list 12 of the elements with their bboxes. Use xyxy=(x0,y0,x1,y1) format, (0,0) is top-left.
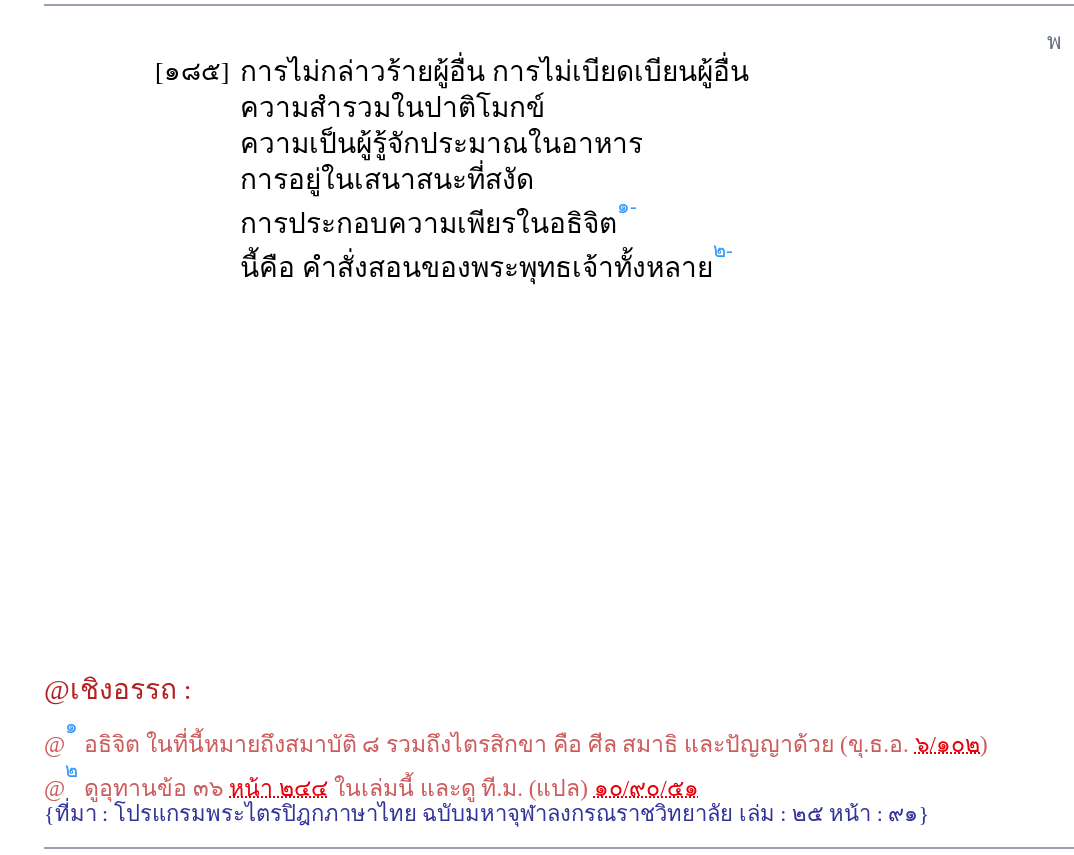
header-text: พ xyxy=(1047,28,1062,56)
reference-link[interactable]: ๖/๑๐๒ xyxy=(914,731,980,757)
verse-line: นี้คือ คำสั่งสอนของพระพุทธเจ้าทั้งหลาย $^{๒-}$ xyxy=(240,242,734,287)
verse-number: [๑๘๕] xyxy=(155,56,231,88)
notes-heading: @เชิงอรรถ : xyxy=(44,673,193,707)
verse-line: การประกอบความเพียรในอธิจิต $^{๑-}$ xyxy=(240,198,638,242)
verse-line: การไม่กล่าวร้ายผู้อื่น การไม่เบียดเบียนผู้อื่น xyxy=(240,54,749,90)
verse-line: ความเป็นผู้รู้จักประมาณในอาหาร xyxy=(240,126,644,161)
verse-line: การอยู่ในเสนาสนะที่สงัด xyxy=(240,162,749,198)
reference-link[interactable]: ๑๐/๙๐/๕๑ xyxy=(593,775,699,801)
verse-line: ความสำรวมในปาติโมกข์ xyxy=(240,91,546,125)
reference-link[interactable]: หน้า ๒๔๔ xyxy=(229,775,329,801)
